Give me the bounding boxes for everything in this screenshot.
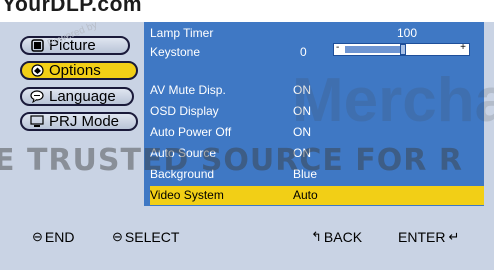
setting-row-auto-source[interactable]: Auto Source ON <box>150 144 484 163</box>
setting-value: 0 <box>300 45 307 59</box>
setting-label: Auto Power Off <box>150 125 232 139</box>
enter-arrow-icon: ↵ <box>448 229 460 244</box>
setting-value: 100 <box>397 26 418 40</box>
sidebar-item-label: Options <box>49 62 101 79</box>
setting-value: ON <box>293 125 311 139</box>
setting-value: ON <box>293 104 311 118</box>
options-icon <box>30 64 44 78</box>
slider-fill <box>345 46 400 53</box>
picture-icon <box>30 39 44 53</box>
setting-value: Auto <box>293 188 318 202</box>
slider-minus: - <box>336 42 340 53</box>
setting-row-osd-display[interactable]: OSD Display ON <box>150 102 484 121</box>
sidebar-item-prj-mode[interactable]: PRJ Mode <box>20 112 138 131</box>
setting-row-background[interactable]: Background Blue <box>150 165 484 184</box>
select-hint[interactable]: ⊖ SELECT <box>112 222 179 252</box>
settings-panel: Lamp Timer 100 Keystone 0 AV Mute Disp. … <box>144 22 484 206</box>
setting-label: Background <box>150 167 215 181</box>
prj-mode-icon <box>30 115 44 129</box>
enter-hint[interactable]: ENTER ↵ <box>398 222 461 252</box>
language-icon <box>30 90 44 104</box>
setting-row-auto-power-off[interactable]: Auto Power Off ON <box>150 123 484 142</box>
keystone-slider[interactable]: - + <box>333 42 470 56</box>
back-hint[interactable]: ↰ BACK <box>311 222 362 252</box>
setting-label: OSD Display <box>150 104 219 118</box>
end-icon: ⊖ <box>32 229 43 244</box>
sidebar-item-language[interactable]: Language <box>20 87 134 106</box>
end-hint[interactable]: ⊖ END <box>32 222 74 252</box>
setting-value: ON <box>293 83 311 97</box>
projector-osd-screen: YourDLP.com Lamp Timer 100 Keystone 0 AV… <box>0 0 494 270</box>
slider-thumb[interactable] <box>400 44 406 55</box>
setting-label: AV Mute Disp. <box>150 83 226 97</box>
sidebar-item-label: Language <box>49 88 116 105</box>
setting-label: Lamp Timer <box>150 26 214 40</box>
sidebar-item-label: PRJ Mode <box>49 113 120 130</box>
select-icon: ⊖ <box>112 229 123 244</box>
setting-label: Auto Source <box>150 146 217 160</box>
sidebar-item-options[interactable]: Options <box>20 61 138 80</box>
setting-label: Video System <box>150 188 224 202</box>
footer-hints: ⊖ END ⊖ SELECT ↰ BACK ENTER ↵ <box>0 222 494 252</box>
back-arrow-icon: ↰ <box>311 229 322 244</box>
brand-watermark: YourDLP.com <box>2 0 143 16</box>
setting-row-av-mute[interactable]: AV Mute Disp. ON <box>150 81 484 100</box>
sidebar-menu: Picture Options Language PRJ Mode <box>9 24 152 142</box>
setting-value: Blue <box>293 167 318 181</box>
setting-label: Keystone <box>150 45 201 59</box>
setting-row-lamp-timer[interactable]: Lamp Timer 100 <box>150 24 484 43</box>
slider-plus: + <box>460 42 466 53</box>
setting-row-video-system[interactable]: Video System Auto <box>150 186 484 205</box>
setting-value: ON <box>293 146 311 160</box>
